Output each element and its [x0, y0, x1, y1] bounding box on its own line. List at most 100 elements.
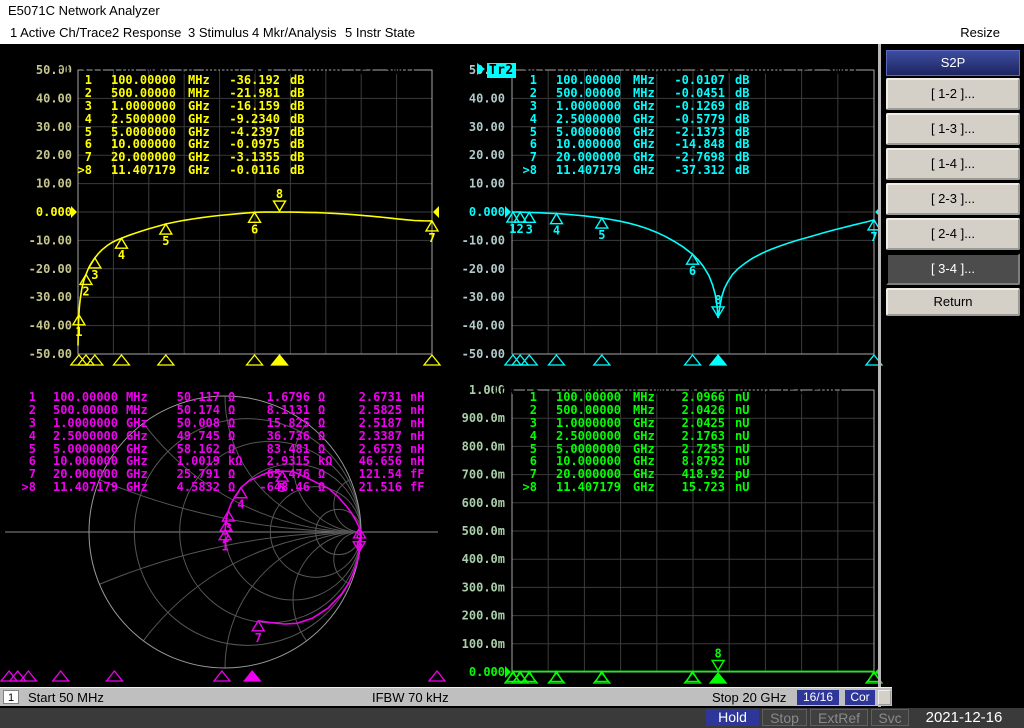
marker-table-row: >811.407179GHz4.5832Ω-648.46Ω21.516fF: [10, 481, 434, 494]
marker-table-cell: Ω: [228, 481, 244, 494]
softkey-button-2-3[interactable]: [ 2-3 ]...: [886, 183, 1020, 215]
marker-table-row: 31.0000000GHz-16.159dB: [64, 100, 320, 113]
softkey-button-2-4[interactable]: [ 2-4 ]...: [886, 218, 1020, 250]
marker-table-row: 1100.00000MHz50.117Ω1.6796Ω2.6731nH: [10, 391, 434, 404]
marker-table-cell: -0.0107: [667, 74, 725, 87]
svg-text:500.0m: 500.0m: [462, 524, 505, 538]
marker-table-cell: Ω: [318, 417, 334, 430]
marker-table-cell: 4: [10, 430, 36, 443]
marker-table-cell: 100.00000: [94, 74, 176, 87]
marker-table-cell: >8: [509, 164, 537, 177]
marker-table-cell: MHz: [633, 391, 667, 404]
marker-table-cell: 1.6796: [250, 391, 310, 404]
svg-text:-10.00: -10.00: [462, 233, 505, 247]
svg-text:2: 2: [517, 222, 524, 236]
svg-text:3: 3: [225, 521, 232, 535]
svg-text:3: 3: [91, 268, 98, 282]
svg-text:400.0m: 400.0m: [462, 552, 505, 566]
trace1-marker-table: 1100.00000MHz-36.192dB2500.00000MHz-21.9…: [64, 74, 320, 177]
softkey-button-1-2[interactable]: [ 1-2 ]...: [886, 78, 1020, 110]
marker-table-cell: GHz: [633, 100, 667, 113]
svc-indicator: Svc: [871, 709, 909, 726]
active-trace-arrow-icon: [477, 63, 485, 75]
marker-table-cell: 2.5000000: [38, 430, 118, 443]
marker-table-cell: MHz: [188, 87, 222, 100]
marker-table-cell: 36.736: [250, 430, 310, 443]
marker-table-cell: 2.6731: [340, 391, 402, 404]
marker-table-cell: 1.0000000: [539, 417, 621, 430]
svg-text:5: 5: [162, 234, 169, 248]
return-button[interactable]: Return: [886, 288, 1020, 316]
softkey-button-1-3[interactable]: [ 1-3 ]...: [886, 113, 1020, 145]
stop-indicator: Stop: [762, 709, 807, 726]
marker-table-cell: -21.981: [222, 87, 280, 100]
svg-text:40.00: 40.00: [469, 91, 505, 105]
start-frequency-label: Start 50 MHz: [28, 688, 104, 707]
marker-table-cell: 2: [10, 404, 36, 417]
marker-table-cell: Ω: [318, 430, 334, 443]
marker-table-cell: 4.5832: [166, 481, 220, 494]
marker-table-cell: nH: [410, 417, 434, 430]
svg-text:4: 4: [237, 498, 244, 512]
svg-text:8: 8: [276, 187, 283, 201]
marker-table-row: 2500.00000MHz50.174Ω8.1131Ω2.5825nH: [10, 404, 434, 417]
marker-table-cell: 1: [509, 391, 537, 404]
svg-text:7: 7: [870, 230, 877, 244]
marker-table-cell: 2.5000000: [539, 430, 621, 443]
ifbw-label: IFBW 70 kHz: [372, 688, 449, 707]
marker-table-cell: >8: [509, 481, 537, 494]
svg-text:-30.00: -30.00: [462, 290, 505, 304]
marker-table-row: 31.0000000GHz50.008Ω15.825Ω2.5187nH: [10, 417, 434, 430]
marker-table-cell: GHz: [188, 113, 222, 126]
trace4-marker-table: 1100.00000MHz2.0966nU2500.00000MHz2.0426…: [509, 391, 765, 494]
marker-table-cell: nU: [735, 430, 765, 443]
svg-text:-40.00: -40.00: [29, 319, 72, 333]
svg-text:-20.00: -20.00: [29, 262, 72, 276]
stop-frequency-label: Stop 20 GHz: [712, 688, 786, 707]
sidebar-splitter: [878, 44, 881, 707]
marker-table-cell: -37.312: [667, 164, 725, 177]
marker-table-cell: nU: [735, 391, 765, 404]
svg-text:200.0m: 200.0m: [462, 609, 505, 623]
svg-text:20.00: 20.00: [469, 148, 505, 162]
softkey-button-1-4[interactable]: [ 1-4 ]...: [886, 148, 1020, 180]
marker-table-cell: -0.0116: [222, 164, 280, 177]
svg-text:8: 8: [356, 528, 363, 542]
marker-table-cell: 50.008: [166, 417, 220, 430]
marker-table-row: 1100.00000 MHz2.0966 nU: [509, 391, 765, 404]
marker-table-cell: GHz: [188, 164, 222, 177]
marker-table-cell: 15.825: [250, 417, 310, 430]
marker-table-cell: Ω: [318, 481, 334, 494]
softkey-button-3-4[interactable]: [ 3-4 ]...: [886, 253, 1020, 285]
status-bar: 1 Start 50 MHz IFBW 70 kHz Stop 20 GHz 1…: [0, 687, 892, 706]
marker-table-cell: 2.1763: [667, 430, 725, 443]
trace3-header: Tr3S33 Smith (R+jX) Scale 1.000U [F2]: [14, 367, 359, 383]
marker-table-cell: GHz: [633, 164, 667, 177]
marker-table-cell: 11.407179: [539, 481, 621, 494]
marker-table-cell: -648.46: [250, 481, 310, 494]
vna-application-window: E5071C Network Analyzer Resize 1 Active …: [0, 0, 1024, 728]
svg-text:700.0m: 700.0m: [462, 468, 505, 482]
marker-table-cell: nH: [410, 404, 434, 417]
marker-table-row: >811.407179GHz-0.0116dB: [64, 164, 320, 177]
hold-indicator: Hold: [706, 709, 759, 726]
marker-table-row: 2500.00000MHz2.0426nU: [509, 404, 765, 417]
marker-table-cell: GHz: [126, 481, 158, 494]
marker-table-cell: -0.0451: [667, 87, 725, 100]
marker-table-cell: 500.00000: [539, 87, 621, 100]
softkey-menu-title: S2P: [886, 50, 1020, 76]
svg-text:8: 8: [714, 293, 721, 307]
marker-table-cell: 2.0966: [667, 391, 725, 404]
svg-text:0.000: 0.000: [36, 205, 72, 219]
marker-table-row: 42.5000000GHz2.1763nU: [509, 430, 765, 443]
marker-table-cell: GHz: [126, 430, 158, 443]
marker-table-cell: MHz: [633, 87, 667, 100]
marker-table-cell: MHz: [633, 404, 667, 417]
marker-table-cell: 100.00000: [539, 391, 621, 404]
svg-text:7: 7: [428, 231, 435, 245]
svg-text:0.000: 0.000: [469, 205, 505, 219]
marker-table-cell: 500.00000: [539, 404, 621, 417]
marker-table-cell: dB: [290, 164, 320, 177]
marker-table-cell: dB: [735, 113, 765, 126]
marker-table-cell: Ω: [318, 404, 334, 417]
